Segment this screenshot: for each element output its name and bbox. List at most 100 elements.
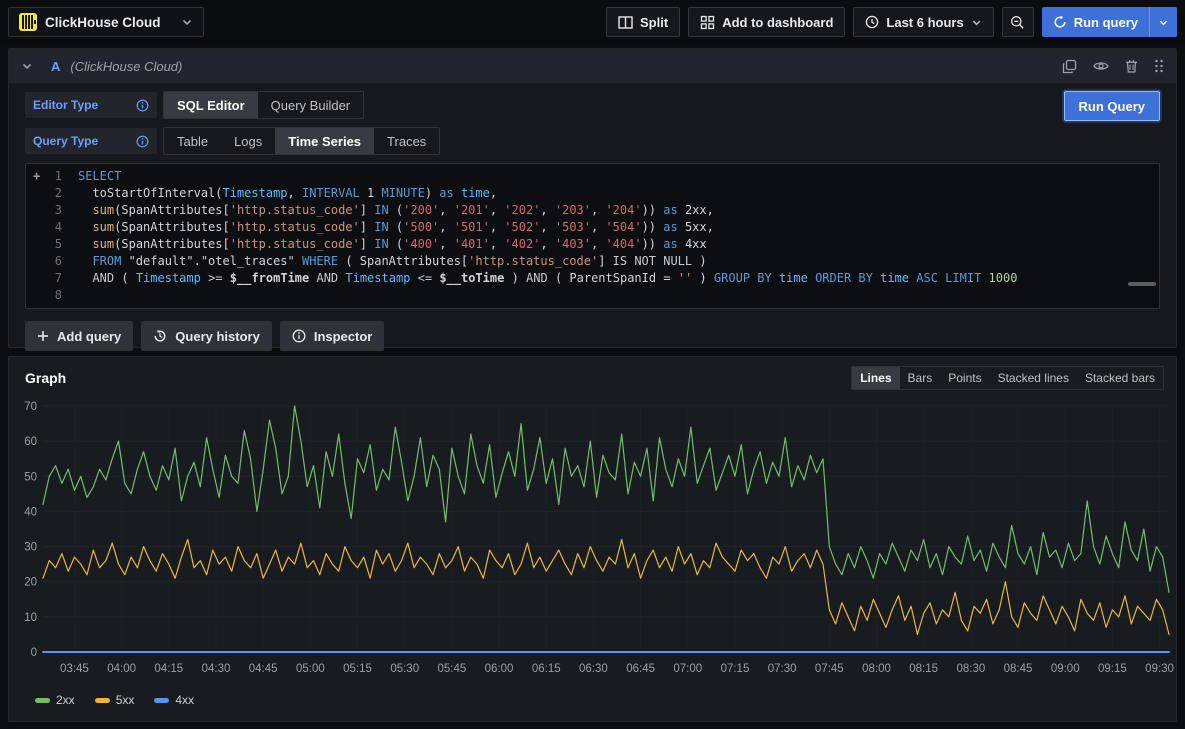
eye-icon [1093,60,1109,72]
legend-item-5xx[interactable]: 5xx [95,693,135,707]
view-mode-stacked-bars[interactable]: Stacked bars [1077,367,1163,389]
query-type-time-series[interactable]: Time Series [275,128,374,154]
x-tick-label: 09:00 [1051,663,1080,675]
sql-code-lines: +1SELECT2 toStartOfInterval(Timestamp, I… [26,168,1159,304]
line-number: 4 [26,219,78,236]
x-tick-label: 08:00 [862,663,891,675]
x-tick-label: 07:45 [815,663,844,675]
add-to-dashboard-button[interactable]: Add to dashboard [688,7,845,37]
legend-swatch [154,698,169,703]
view-mode-bars[interactable]: Bars [900,367,941,389]
line-number: 8 [26,287,78,304]
add-to-dashboard-label: Add to dashboard [722,15,833,30]
remove-query-button[interactable] [1125,59,1138,73]
query-type-label-box: Query Type [25,128,157,154]
code-line: 7 AND ( Timestamp >= $__fromTime AND Tim… [26,270,1159,287]
drag-query-handle[interactable] [1154,59,1164,73]
chart-legend: 2xx 5xx 4xx [9,691,1176,707]
split-icon [618,15,633,30]
x-tick-label: 07:15 [721,663,750,675]
clock-icon [865,15,879,29]
dashboard-grid-icon [700,15,715,30]
info-icon[interactable] [136,99,149,112]
legend-label: 2xx [56,693,75,707]
run-query-main[interactable]: Run query [1042,7,1149,37]
split-label: Split [640,15,668,30]
time-series-chart[interactable]: 01020304050607003:4504:0004:1504:3004:45… [9,394,1176,691]
drag-handle-icon [1154,59,1164,73]
code-line: 5 sum(SpanAttributes['http.status_code']… [26,236,1159,253]
legend-label: 4xx [175,693,194,707]
line-number: 7 [26,270,78,287]
legend-label: 5xx [116,693,135,707]
x-tick-label: 08:15 [909,663,938,675]
x-tick-label: 09:15 [1098,663,1127,675]
split-button[interactable]: Split [606,7,680,37]
query-ref-id: A [51,59,60,74]
line-number: 2 [26,185,78,202]
plus-icon [37,330,49,342]
add-query-button[interactable]: Add query [25,321,133,351]
datasource-picker[interactable]: ClickHouse Cloud [8,7,204,37]
collapse-chevron-icon[interactable] [21,60,33,72]
add-line-icon[interactable]: + [33,168,40,185]
query-history-button[interactable]: Query history [141,321,272,351]
legend-item-4xx[interactable]: 4xx [154,693,194,707]
x-tick-label: 06:45 [626,663,655,675]
top-bar: ClickHouse Cloud Split Add to dashboard … [0,0,1185,44]
chevron-down-icon [1158,17,1169,28]
query-history-label: Query history [175,329,260,344]
x-tick-label: 06:15 [532,663,561,675]
graph-header: Graph LinesBarsPointsStacked linesStacke… [9,357,1176,394]
code-line: 4 sum(SpanAttributes['http.status_code']… [26,219,1159,236]
time-range-label: Last 6 hours [886,15,963,30]
add-query-label: Add query [57,329,121,344]
sync-icon [1053,15,1067,29]
query-footer: Add query Query history Inspector [25,321,1160,351]
code-line: 8 [26,287,1159,304]
y-tick-label: 70 [24,401,37,413]
run-query-split-button[interactable]: Run query [1042,7,1177,37]
code-line: 6 FROM "default"."otel_traces" WHERE ( S… [26,253,1159,270]
query-type-table[interactable]: Table [164,128,221,154]
editor-type-query-builder[interactable]: Query Builder [258,92,363,118]
run-query-caret[interactable] [1149,7,1177,37]
legend-item-2xx[interactable]: 2xx [35,693,75,707]
view-mode-lines[interactable]: Lines [852,367,899,389]
x-tick-label: 04:15 [154,663,183,675]
time-range-picker[interactable]: Last 6 hours [853,7,993,37]
query-datasource-hint: (ClickHouse Cloud) [70,59,182,74]
duplicate-query-button[interactable] [1062,59,1077,74]
x-tick-label: 04:00 [107,663,136,675]
query-editor-panel: A (ClickHouse Cloud) Editor Type SQL Edi… [8,48,1177,348]
query-row-header[interactable]: A (ClickHouse Cloud) [9,49,1176,83]
line-number: 3 [26,202,78,219]
trash-icon [1125,59,1138,73]
zoom-out-button[interactable] [1002,7,1034,37]
x-tick-label: 05:45 [437,663,466,675]
view-mode-points[interactable]: Points [940,367,989,389]
code-line: +1SELECT [26,168,1159,185]
sql-code-editor[interactable]: +1SELECT2 toStartOfInterval(Timestamp, I… [25,163,1160,309]
query-type-traces[interactable]: Traces [374,128,439,154]
x-tick-label: 05:30 [390,663,419,675]
y-tick-label: 30 [24,542,37,554]
x-tick-label: 04:45 [249,663,278,675]
horizontal-scrollbar[interactable] [1128,282,1156,286]
editor-type-sql-editor[interactable]: SQL Editor [164,92,258,118]
x-tick-label: 07:30 [768,663,797,675]
clickhouse-logo-icon [19,13,37,31]
legend-swatch [95,698,110,703]
x-tick-label: 05:15 [343,663,372,675]
run-query-inline-button[interactable]: Run Query [1064,91,1160,121]
inspector-button[interactable]: Inspector [280,321,385,351]
info-icon[interactable] [136,135,149,148]
view-mode-stacked-lines[interactable]: Stacked lines [990,367,1077,389]
x-tick-label: 08:30 [956,663,985,675]
x-tick-label: 04:30 [202,663,231,675]
disable-query-button[interactable] [1093,60,1109,72]
query-type-logs[interactable]: Logs [221,128,275,154]
copy-icon [1062,59,1077,74]
query-type-options: TableLogsTime SeriesTraces [163,127,440,155]
line-number: 6 [26,253,78,270]
